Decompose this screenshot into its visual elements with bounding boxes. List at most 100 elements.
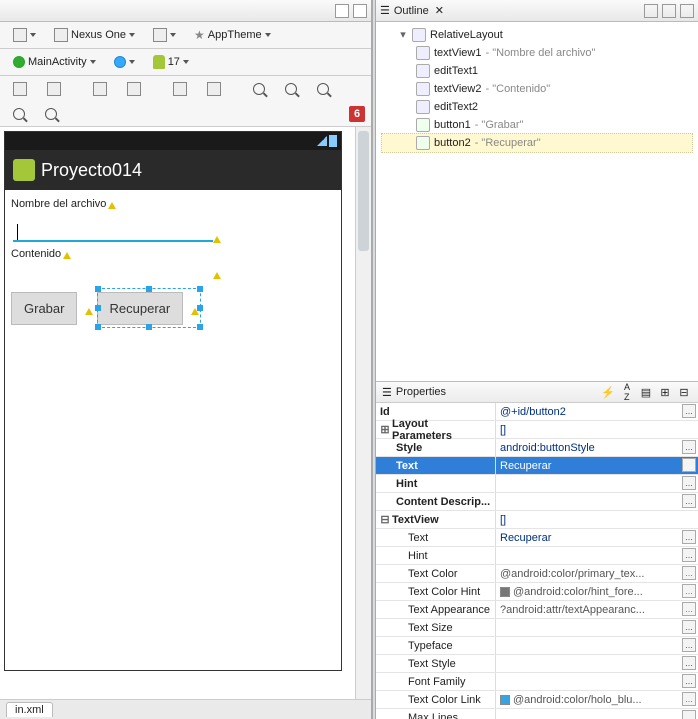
ellipsis-button[interactable]: … [682, 674, 696, 688]
prop-text[interactable]: TextRecuperar… [376, 457, 698, 475]
prop-text-size[interactable]: Text Size… [376, 619, 698, 637]
prop-tv-text[interactable]: TextRecuperar… [376, 529, 698, 547]
tree-item-textview1[interactable]: textView1 - "Nombre del archivo" [382, 44, 692, 62]
app-title: Proyecto014 [41, 160, 142, 181]
ellipsis-button[interactable]: … [682, 602, 696, 616]
button-icon [416, 118, 430, 132]
zoom-reset[interactable] [278, 80, 304, 98]
status-bar [5, 132, 341, 150]
prop-layout-params[interactable]: ⊞Layout Parameters[] [376, 421, 698, 439]
minimize-icon[interactable] [662, 4, 676, 18]
zoom-icon [285, 83, 297, 95]
props-remove-icon[interactable]: ⊟ [676, 384, 692, 400]
show-constraints[interactable] [86, 79, 114, 99]
tree-root[interactable]: ▾ RelativeLayout [382, 26, 692, 44]
zoom-out[interactable] [6, 105, 32, 123]
color-swatch [500, 695, 510, 705]
toolbar-row-2: MainActivity 17 [0, 49, 371, 76]
prop-text-style[interactable]: Text Style… [376, 655, 698, 673]
ellipsis-button[interactable]: … [682, 530, 696, 544]
button1[interactable]: Grabar [11, 292, 77, 325]
prop-textview[interactable]: ⊟TextView[] [376, 511, 698, 529]
maximize-icon[interactable] [353, 4, 367, 18]
props-sort-alpha-icon[interactable]: AZ [619, 384, 635, 400]
ellipsis-button[interactable]: … [682, 710, 696, 719]
outline-icon: ☰ [380, 4, 390, 17]
props-add-icon[interactable]: ⊞ [657, 384, 673, 400]
ellipsis-button[interactable]: … [682, 656, 696, 670]
layout-editor-pane: Nexus One ★AppTheme MainActivity 17 [0, 0, 372, 719]
device-preview[interactable]: Proyecto014 Nombre del archivo Contenido… [0, 127, 371, 699]
outline-menu-icon[interactable] [644, 4, 658, 18]
locale-dropdown[interactable] [107, 53, 142, 71]
editor-footer: in.xml [0, 699, 371, 719]
tree-item-textview2[interactable]: textView2 - "Contenido" [382, 80, 692, 98]
ellipsis-button[interactable]: … [682, 566, 696, 580]
theme-dropdown[interactable]: ★AppTheme [187, 25, 278, 45]
textview1[interactable]: Nombre del archivo [11, 196, 335, 210]
prop-text-color[interactable]: Text Color@android:color/primary_tex...… [376, 565, 698, 583]
minimize-icon[interactable] [335, 4, 349, 18]
prop-tv-hint[interactable]: Hint… [376, 547, 698, 565]
prop-style[interactable]: Styleandroid:buttonStyle… [376, 439, 698, 457]
prop-typeface[interactable]: Typeface… [376, 637, 698, 655]
prop-text-appearance[interactable]: Text Appearance?android:attr/textAppeara… [376, 601, 698, 619]
align-tool-2[interactable] [200, 79, 228, 99]
activity-dropdown[interactable]: MainActivity [6, 53, 103, 71]
edittext1[interactable] [13, 220, 213, 242]
zoom-icon [317, 83, 329, 95]
collapse-icon[interactable]: ▾ [398, 26, 408, 44]
ellipsis-button[interactable]: … [682, 440, 696, 454]
show-margins[interactable] [120, 79, 148, 99]
selection-outline [97, 288, 201, 328]
outline-header: ☰ Outline ✕ [376, 0, 698, 22]
preview-scrollbar[interactable] [355, 127, 371, 699]
app-icon [13, 159, 35, 181]
ellipsis-button[interactable]: … [682, 584, 696, 598]
ellipsis-button[interactable]: … [682, 476, 696, 490]
palette-dropdown[interactable] [6, 25, 43, 45]
prop-text-color-link[interactable]: Text Color Link@android:color/holo_blu..… [376, 691, 698, 709]
battery-icon [329, 135, 337, 147]
textview2[interactable]: Contenido [11, 246, 335, 260]
xml-tab[interactable]: in.xml [6, 702, 53, 717]
prop-max-lines[interactable]: Max Lines… [376, 709, 698, 719]
prop-hint[interactable]: Hint… [376, 475, 698, 493]
maximize-icon[interactable] [680, 4, 694, 18]
pane-header [0, 0, 371, 22]
ellipsis-button[interactable]: … [682, 404, 696, 418]
ellipsis-button[interactable]: … [682, 548, 696, 562]
tree-item-edittext1[interactable]: editText1 [382, 62, 692, 80]
orientation-dropdown[interactable] [146, 25, 183, 45]
outline-tree[interactable]: ▾ RelativeLayout textView1 - "Nombre del… [376, 22, 698, 180]
app-bar: Proyecto014 [5, 150, 341, 190]
device-dropdown[interactable]: Nexus One [47, 25, 142, 45]
lint-count-badge[interactable]: 6 [349, 106, 365, 122]
ellipsis-button[interactable]: … [682, 692, 696, 706]
props-show-advanced-icon[interactable]: ▤ [638, 384, 654, 400]
props-filter-icon[interactable]: ⚡ [600, 384, 616, 400]
ellipsis-button[interactable]: … [682, 638, 696, 652]
zoom-100[interactable] [310, 80, 336, 98]
toolbar-row-1: Nexus One ★AppTheme [0, 22, 371, 49]
align-tool-1[interactable] [166, 79, 194, 99]
tree-item-edittext2[interactable]: editText2 [382, 98, 692, 116]
prop-text-color-hint[interactable]: Text Color Hint@android:color/hint_fore.… [376, 583, 698, 601]
properties-table[interactable]: Id@+id/button2… ⊞Layout Parameters[] Sty… [376, 403, 698, 719]
prop-font-family[interactable]: Font Family… [376, 673, 698, 691]
zoom-fit[interactable] [246, 80, 272, 98]
ellipsis-button[interactable]: … [682, 458, 696, 472]
properties-title: Properties [396, 386, 446, 398]
toggle-viewport[interactable] [6, 79, 34, 99]
button-icon [416, 136, 430, 150]
zoom-in[interactable] [38, 105, 64, 123]
properties-panel: ☰ Properties ⚡ AZ ▤ ⊞ ⊟ Id@+id/button2… … [376, 381, 698, 719]
api-dropdown[interactable]: 17 [146, 52, 196, 72]
ellipsis-button[interactable]: … [682, 620, 696, 634]
prop-content-description[interactable]: Content Descrip...… [376, 493, 698, 511]
ellipsis-button[interactable]: … [682, 494, 696, 508]
toolbar-row-3: 6 [0, 76, 371, 127]
tree-item-button2[interactable]: button2 - "Recuperar" [381, 133, 693, 153]
toggle-outline[interactable] [40, 79, 68, 99]
tree-item-button1[interactable]: button1 - "Grabar" [382, 116, 692, 134]
